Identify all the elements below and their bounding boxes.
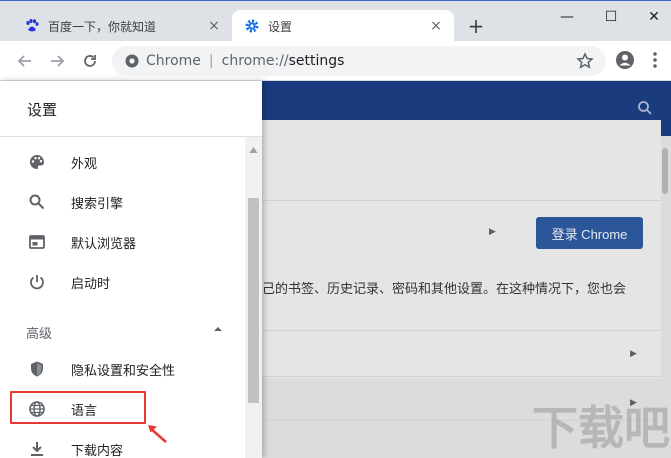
bookmark-star-icon[interactable]	[576, 52, 594, 70]
scroll-up-arrow-icon[interactable]	[249, 143, 258, 153]
drawer-item-on-startup[interactable]: 启动时	[0, 262, 245, 302]
advanced-section-label[interactable]: 高级	[26, 323, 52, 342]
tab-settings[interactable]: 设置 ×	[232, 10, 454, 42]
reload-button[interactable]	[78, 49, 102, 73]
back-arrow-icon	[17, 55, 31, 67]
divider	[258, 200, 661, 201]
settings-card	[258, 120, 661, 378]
chevron-right-icon[interactable]: ▶	[489, 227, 499, 237]
menu-dots-icon[interactable]	[648, 48, 662, 72]
palette-icon	[28, 153, 46, 171]
tab-strip: 百度一下，你就知道 × 设置 × + — ☐ ✕	[0, 0, 671, 42]
sync-description: 己的书签、历史记录、密码和其他设置。在这种情况下，您也会	[262, 282, 627, 297]
tab-title: 设置	[268, 19, 293, 34]
drawer-item-downloads[interactable]: 下载内容	[0, 429, 245, 458]
power-icon	[28, 273, 46, 291]
drawer-header: 设置	[0, 81, 262, 137]
gear-icon	[244, 18, 260, 34]
red-arrow-icon	[146, 422, 168, 444]
forward-arrow-icon	[51, 55, 65, 67]
watermark-logo: 下载吧	[530, 386, 671, 458]
maximize-button[interactable]: ☐	[596, 5, 626, 29]
drawer-item-default-browser[interactable]: 默认浏览器	[0, 222, 245, 262]
drawer-title: 设置	[27, 101, 58, 119]
minimize-button[interactable]: —	[552, 5, 582, 29]
divider	[258, 376, 661, 377]
drawer-item-label: 搜索引擎	[71, 196, 124, 212]
drawer-item-label: 启动时	[71, 276, 111, 292]
tab-title: 百度一下，你就知道	[48, 19, 157, 34]
chevron-right-icon[interactable]: ▶	[630, 349, 640, 359]
forward-button[interactable]	[45, 49, 69, 73]
close-tab-icon[interactable]: ×	[202, 18, 226, 34]
url-path: settings	[288, 53, 345, 69]
toolbar: Chrome | chrome:// settings	[0, 41, 671, 81]
drawer-item-label: 外观	[71, 156, 98, 172]
drawer-item-search-engine[interactable]: 搜索引擎	[0, 182, 245, 222]
address-bar[interactable]: Chrome | chrome:// settings	[112, 46, 606, 76]
search-icon	[28, 193, 46, 211]
close-tab-icon[interactable]: ×	[424, 18, 448, 34]
url-scheme: chrome://	[221, 53, 289, 69]
drawer-scrollbar-thumb[interactable]	[248, 198, 259, 403]
drawer-item-appearance[interactable]: 外观	[0, 142, 245, 182]
drawer-item-label: 下载内容	[71, 443, 124, 458]
profile-avatar-icon[interactable]	[614, 49, 636, 71]
new-tab-button[interactable]: +	[464, 15, 488, 39]
highlight-box	[10, 391, 146, 424]
drawer-item-label: 隐私设置和安全性	[71, 363, 176, 379]
tab-baidu[interactable]: 百度一下，你就知道 ×	[12, 10, 232, 42]
browser-window-icon	[28, 233, 46, 251]
divider	[258, 330, 661, 331]
chrome-page-icon	[124, 53, 140, 69]
close-window-button[interactable]: ✕	[639, 5, 669, 29]
page-scrollbar[interactable]	[662, 148, 668, 194]
drawer-item-privacy[interactable]: 隐私设置和安全性	[0, 349, 245, 389]
drawer-item-label: 默认浏览器	[71, 236, 137, 252]
reload-icon	[84, 55, 96, 67]
download-icon	[28, 440, 46, 458]
baidu-paw-icon	[24, 18, 40, 34]
collapse-arrow-icon[interactable]	[212, 323, 224, 335]
watermark-text: 下载吧	[532, 401, 670, 455]
search-icon[interactable]	[637, 100, 653, 116]
chip-separator: |	[208, 53, 214, 69]
shield-icon	[28, 360, 46, 378]
chip-label: Chrome	[146, 53, 201, 69]
back-button[interactable]	[13, 49, 37, 73]
sign-in-chrome-button[interactable]: 登录 Chrome	[536, 217, 643, 249]
